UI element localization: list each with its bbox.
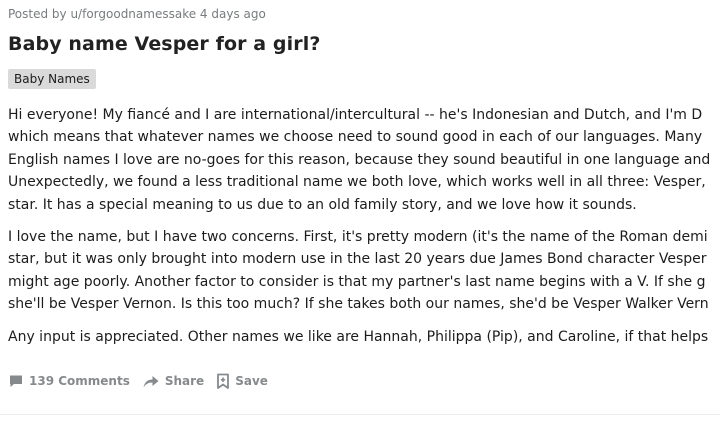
post-line: which means that whatever names we choos… (8, 129, 703, 146)
comment-bubble-icon (8, 373, 24, 389)
post-line: Hi everyone! My fiancé and I are interna… (8, 107, 703, 123)
post-line: English names I love are no-goes for thi… (8, 151, 711, 168)
post-line: star, but it was only brought into moder… (8, 251, 707, 268)
save-label: Save (235, 374, 268, 388)
post-paragraph: Hi everyone! My fiancé and I are interna… (8, 104, 720, 216)
post-title[interactable]: Baby name Vesper for a girl? (8, 33, 320, 55)
post-line: I love the name, but I have two concerns… (8, 229, 708, 246)
share-arrow-icon (142, 373, 160, 389)
post-line: star. It has a special meaning to us due… (8, 196, 637, 213)
post-line: Unexpectedly, we found a less traditiona… (8, 174, 706, 191)
post-actions: 139 Comments Share Save (8, 369, 268, 393)
comments-button[interactable]: 139 Comments (8, 373, 130, 389)
post-paragraph: Any input is appreciated. Other names we… (8, 326, 720, 348)
post-paragraph: I love the name, but I have two concerns… (8, 226, 720, 316)
post-line: might age poorly. Another factor to cons… (8, 273, 706, 290)
post-line: Any input is appreciated. Other names we… (8, 328, 709, 345)
divider (0, 414, 720, 415)
share-label: Share (164, 374, 205, 388)
post-body: Hi everyone! My fiancé and I are interna… (8, 104, 720, 358)
comments-label: 139 Comments (29, 374, 130, 388)
post-card: Posted by u/forgoodnamessake 4 days ago … (0, 0, 720, 432)
post-flair[interactable]: Baby Names (8, 69, 96, 89)
post-line: she'll be Vesper Vernon. Is this too muc… (8, 296, 709, 313)
share-button[interactable]: Share (142, 373, 204, 389)
bookmark-plus-icon (216, 373, 230, 389)
save-button[interactable]: Save (216, 373, 268, 389)
post-meta: Posted by u/forgoodnamessake 4 days ago (8, 7, 266, 21)
